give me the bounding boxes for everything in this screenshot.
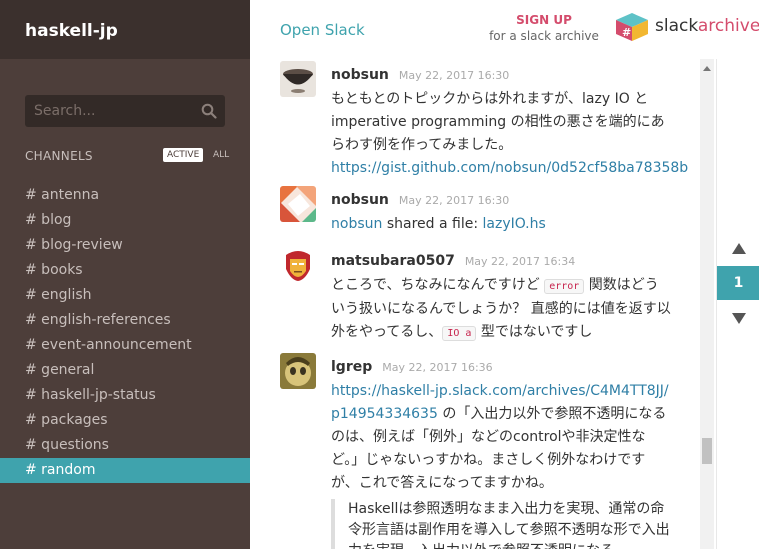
message-timestamp[interactable]: May 22, 2017 16:30 (399, 194, 509, 207)
character-avatar-icon (280, 353, 316, 389)
topbar: Open Slack SIGN UP for a slack archive #… (250, 0, 759, 59)
channels-title: CHANNELS (25, 149, 93, 163)
slackarchive-logo-text: slackarchive (655, 16, 759, 36)
message-list: nobsun May 22, 2017 16:30 もともとのトピックからは外れま… (250, 59, 714, 549)
filter-all-button[interactable]: ALL (213, 150, 229, 160)
quoted-message: Haskellは参照透明なまま入出力を実現、通常の命令形言語は副作用を導入して参… (331, 499, 671, 549)
message-body: ところで、ちなみになんですけど error 関数はどういう扱いになるんでしょうか… (331, 274, 671, 345)
message-header: nobsun May 22, 2017 16:30 (331, 64, 509, 83)
channel-item-selected[interactable]: # random (0, 458, 250, 483)
slackarchive-logo-icon: # (616, 13, 648, 41)
channel-item[interactable]: # blog (0, 208, 250, 233)
search-icon[interactable] (201, 103, 217, 119)
avatar[interactable] (280, 186, 316, 222)
message-username[interactable]: nobsun (331, 192, 389, 208)
message-timestamp[interactable]: May 22, 2017 16:34 (465, 255, 575, 268)
page-up-arrow-icon[interactable] (732, 243, 746, 254)
channel-list: # antenna # blog # blog-review # books #… (0, 183, 250, 483)
signup-link[interactable]: SIGN UP for a slack archive (478, 13, 610, 43)
channel-item[interactable]: # packages (0, 408, 250, 433)
bowl-avatar-icon (280, 61, 316, 97)
channel-item[interactable]: # antenna (0, 183, 250, 208)
channels-header: CHANNELS ACTIVE ALL (25, 148, 232, 165)
message-text: 型ではないですし (476, 324, 593, 340)
team-name[interactable]: haskell-jp (25, 21, 118, 41)
pager: 1 (716, 59, 759, 549)
shared-file-link[interactable]: lazyIO.hs (483, 216, 546, 232)
search-box (25, 95, 225, 127)
scroll-up-arrow-icon[interactable] (703, 66, 711, 71)
avatar[interactable] (280, 247, 316, 283)
current-page[interactable]: 1 (717, 266, 759, 300)
message-timestamp[interactable]: May 22, 2017 16:36 (382, 361, 492, 374)
filter-active-button[interactable]: ACTIVE (163, 148, 204, 162)
page-down-arrow-icon[interactable] (732, 313, 746, 324)
channel-item[interactable]: # blog-review (0, 233, 250, 258)
file-share-user-link[interactable]: nobsun (331, 216, 382, 232)
message-body: https://haskell-jp.slack.com/archives/C4… (331, 380, 671, 549)
avatar[interactable] (280, 61, 316, 97)
message-header: lgrep May 22, 2017 16:36 (331, 356, 493, 375)
message-username[interactable]: nobsun (331, 67, 389, 83)
search-input[interactable] (25, 95, 195, 127)
channel-item[interactable]: # english (0, 283, 250, 308)
signup-subtext: for a slack archive (489, 29, 599, 43)
channel-item[interactable]: # books (0, 258, 250, 283)
message-scrollbar[interactable] (700, 59, 714, 549)
message-text: ところで、ちなみになんですけど (331, 277, 545, 293)
inline-code: error (544, 279, 585, 294)
message-body: もともとのトピックからは外れますが、lazy IO と imperative p… (331, 88, 688, 180)
message-username[interactable]: lgrep (331, 359, 372, 375)
inline-code: IO a (442, 326, 477, 341)
team-header: haskell-jp (0, 0, 250, 59)
channel-item[interactable]: # general (0, 358, 250, 383)
message-username[interactable]: matsubara0507 (331, 253, 455, 269)
message-link[interactable]: https://gist.github.com/nobsun/0d52cf58b… (331, 160, 688, 176)
svg-text:#: # (622, 26, 631, 39)
signup-label[interactable]: SIGN UP (478, 13, 610, 27)
ironman-avatar-icon (280, 247, 316, 283)
channel-item[interactable]: # event-announcement (0, 333, 250, 358)
file-share-text: shared a file: (382, 216, 483, 232)
message-text: もともとのトピックからは外れますが、lazy IO と imperative p… (331, 91, 665, 153)
message-timestamp[interactable]: May 22, 2017 16:30 (399, 69, 509, 82)
scroll-thumb[interactable] (702, 438, 712, 464)
message-header: nobsun May 22, 2017 16:30 (331, 189, 509, 208)
message-header: matsubara0507 May 22, 2017 16:34 (331, 250, 575, 269)
message-body: nobsun shared a file: lazyIO.hs (331, 213, 671, 236)
channel-item[interactable]: # english-references (0, 308, 250, 333)
sidebar: haskell-jp CHANNELS ACTIVE ALL # antenna… (0, 0, 250, 549)
geometric-avatar-icon (280, 186, 316, 222)
open-slack-link[interactable]: Open Slack (280, 21, 365, 39)
channel-item[interactable]: # haskell-jp-status (0, 383, 250, 408)
avatar[interactable] (280, 353, 316, 389)
channel-item[interactable]: # questions (0, 433, 250, 458)
